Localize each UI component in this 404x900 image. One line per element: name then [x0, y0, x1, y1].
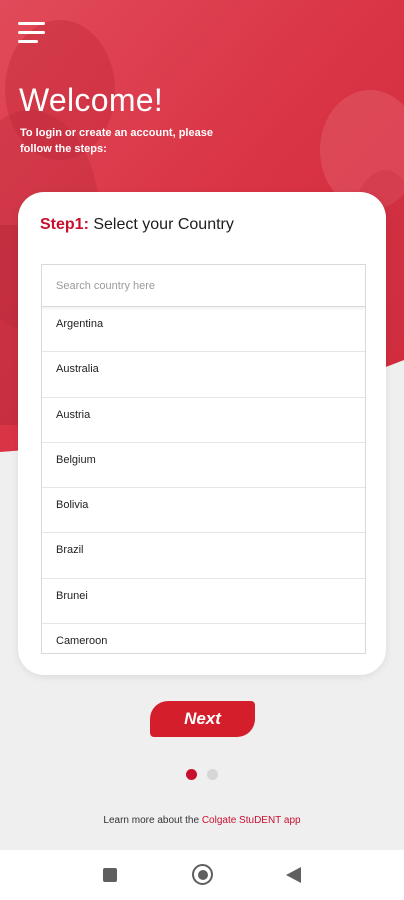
country-item-australia[interactable]: Australia	[42, 352, 365, 398]
learn-more-text: Learn more about the Colgate StuDENT app	[0, 815, 404, 826]
pager-dot-active	[186, 769, 197, 780]
welcome-title: Welcome!	[19, 82, 164, 118]
country-item-brazil[interactable]: Brazil	[42, 533, 365, 579]
colgate-student-app-link[interactable]: Colgate StuDENT app	[202, 815, 301, 826]
welcome-subtitle: To login or create an account, please fo…	[20, 127, 213, 155]
country-picker: Argentina Australia Austria Belgium Boli…	[41, 264, 366, 654]
country-item-brunei[interactable]: Brunei	[42, 579, 365, 625]
step-number: Step1:	[40, 216, 89, 233]
country-search-input[interactable]	[42, 265, 365, 307]
country-item-austria[interactable]: Austria	[42, 398, 365, 443]
circle-home-icon[interactable]	[192, 864, 213, 885]
country-list[interactable]: Argentina Australia Austria Belgium Boli…	[42, 307, 365, 653]
country-selection-card: Step1: Select your Country Argentina Aus…	[18, 192, 386, 675]
learn-more-prefix: Learn more about the	[103, 815, 202, 826]
square-recents-icon[interactable]	[103, 868, 117, 882]
country-item-cameroon[interactable]: Cameroon	[42, 624, 365, 653]
next-button[interactable]: Next	[150, 701, 255, 737]
country-item-argentina[interactable]: Argentina	[42, 307, 365, 353]
system-navigation-bar	[0, 850, 404, 900]
country-item-bolivia[interactable]: Bolivia	[42, 488, 365, 534]
pager-dots	[186, 769, 218, 780]
pager-dot-inactive	[207, 769, 218, 780]
hamburger-menu-icon[interactable]	[18, 22, 45, 44]
step-title: Select your Country	[88, 216, 234, 233]
step-heading: Step1: Select your Country	[40, 216, 234, 234]
country-item-belgium[interactable]: Belgium	[42, 443, 365, 489]
triangle-back-icon[interactable]	[286, 867, 301, 883]
